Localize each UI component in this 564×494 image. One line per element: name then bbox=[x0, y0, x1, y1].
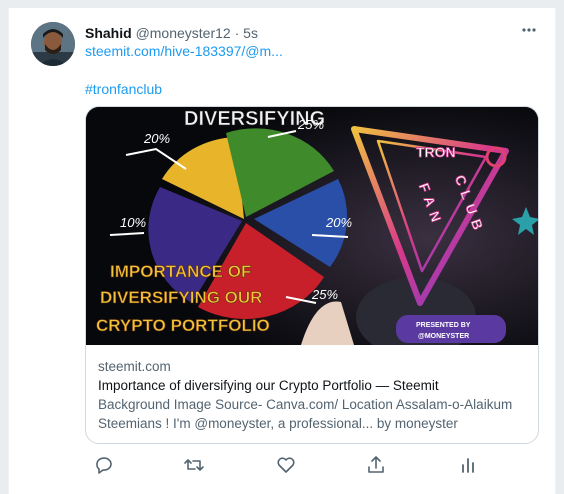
card-text: steemit.com Importance of diversifying o… bbox=[98, 357, 528, 433]
card-image-graphic: DIVERSIFYING 20% 25% 10% 20% 25% IMPORTA… bbox=[86, 107, 538, 357]
tweet[interactable]: Shahid @moneyster12 · 5s steemit.com/hiv… bbox=[8, 8, 556, 494]
pie-label: 25% bbox=[311, 287, 338, 302]
retweet-icon[interactable] bbox=[183, 454, 205, 476]
presented-line2: @MONEYSTER bbox=[418, 333, 469, 340]
author-name[interactable]: Shahid bbox=[85, 25, 132, 41]
pie-label: 20% bbox=[143, 131, 170, 146]
link-card[interactable]: DIVERSIFYING 20% 25% 10% 20% 25% IMPORTA… bbox=[85, 106, 539, 444]
share-icon[interactable] bbox=[365, 454, 387, 476]
separator: · bbox=[234, 25, 240, 41]
hashtag-link[interactable]: #tronfanclub bbox=[85, 80, 162, 98]
card-description-line2: Steemians ! I'm @moneyster, a profession… bbox=[98, 416, 458, 431]
image-title-line2: DIVERSIFYING OUR bbox=[100, 288, 262, 307]
logo-top-text: TRON bbox=[416, 144, 456, 160]
reply-icon[interactable] bbox=[93, 454, 115, 476]
pie-label: 25% bbox=[297, 117, 324, 132]
card-image[interactable]: DIVERSIFYING 20% 25% 10% 20% 25% IMPORTA… bbox=[86, 107, 538, 357]
avatar-image bbox=[31, 22, 75, 66]
pie-label: 20% bbox=[325, 215, 352, 230]
card-title: Importance of diversifying our Crypto Po… bbox=[98, 378, 439, 393]
tweet-header: Shahid @moneyster12 · 5s bbox=[85, 24, 258, 42]
card-domain: steemit.com bbox=[98, 359, 171, 374]
tweet-actions bbox=[85, 454, 485, 476]
pie-label: 10% bbox=[120, 215, 146, 230]
analytics-icon[interactable] bbox=[457, 454, 479, 476]
image-title-line1: IMPORTANCE OF bbox=[110, 262, 251, 281]
avatar[interactable] bbox=[31, 22, 75, 66]
card-description-line1: Background Image Source- Canva.com/ Loca… bbox=[98, 397, 513, 412]
presented-line1: PRESENTED BY bbox=[416, 322, 471, 329]
tweet-link[interactable]: steemit.com/hive-183397/@m... bbox=[85, 42, 283, 60]
image-title-line3: CRYPTO PORTFOLIO bbox=[96, 316, 270, 335]
like-icon[interactable] bbox=[275, 454, 297, 476]
author-handle[interactable]: @moneyster12 bbox=[136, 25, 231, 41]
more-icon[interactable] bbox=[519, 20, 539, 40]
timestamp[interactable]: 5s bbox=[243, 25, 258, 41]
